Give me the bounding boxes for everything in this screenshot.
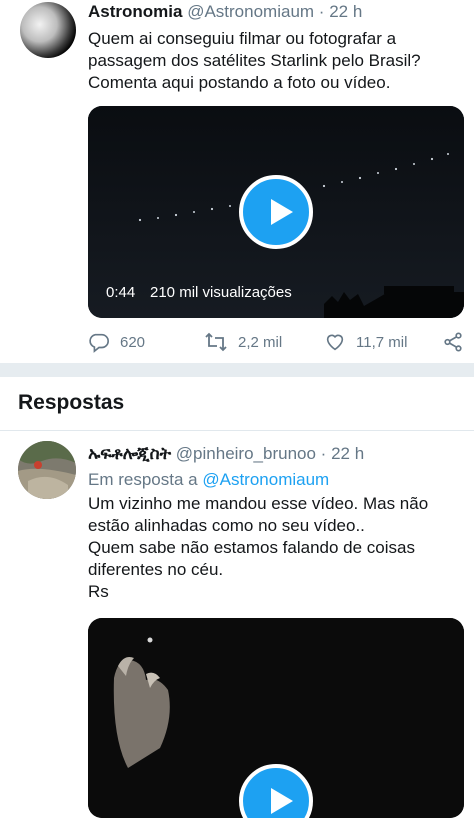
tweet-text-line: Quem sabe não estamos falando de coisas [88,538,415,557]
dot-separator: · [320,444,327,463]
author-handle[interactable]: @pinheiro_brunoo [176,444,316,463]
video-views: 210 mil visualizações [150,284,292,301]
dot-separator: · [318,2,325,21]
author-name[interactable]: ኡፍቶሎጂስት [88,444,171,463]
tweet-text-line: passagem dos satélites Starlink pelo Bra… [88,51,421,70]
like-count: 11,7 mil [356,333,408,351]
avatar[interactable] [20,2,76,58]
reply-count: 620 [120,333,146,351]
timestamp[interactable]: 22 h [329,2,362,21]
play-button[interactable] [239,175,313,249]
tweet-header: ኡፍቶሎጂስት @pinheiro_brunoo · 22 h [88,444,364,464]
retweet-count: 2,2 mil [238,333,283,351]
tweet-text-line: diferentes no céu. [88,560,224,579]
retweet-icon [205,332,227,352]
tweet-header: Astronomia @Astronomiaum · 22 h [88,2,362,22]
share-button[interactable] [442,328,464,356]
main-tweet[interactable]: Astronomia @Astronomiaum · 22 h Quem ai … [0,0,474,363]
reply-tweet[interactable]: ኡፍቶሎጂስት @pinheiro_brunoo · 22 h Em respo… [0,431,474,818]
reply-button[interactable]: 620 [88,328,145,356]
video-player[interactable]: 0:44 210 mil visualizações [88,106,464,318]
tweet-text-line: estão alinhadas como no seu vídeo.. [88,516,365,535]
like-button[interactable]: 11,7 mil [324,328,407,356]
replies-heading: Respostas [18,391,125,414]
video-duration: 0:44 [106,284,136,301]
author-name[interactable]: Astronomia [88,2,182,21]
tweet-actions: 620 2,2 mil 11,7 mil [88,328,468,356]
in-reply-to: Em resposta a @Astronomiaum [88,470,329,490]
share-icon [444,332,462,352]
tweet-text-line: Comenta aqui postando a foto ou vídeo. [88,73,391,92]
tweet-text-line: Rs [88,582,109,601]
in-reply-prefix: Em resposta a [88,470,198,489]
tweet-text: Quem ai conseguiu filmar ou fotografar a… [88,28,468,94]
avatar[interactable] [18,441,76,499]
heart-icon [326,334,344,351]
reply-icon [89,333,109,353]
retweet-button[interactable]: 2,2 mil [204,328,282,356]
timestamp[interactable]: 22 h [331,444,364,463]
tweet-text: Um vizinho me mandou esse vídeo. Mas não… [88,493,468,603]
author-handle[interactable]: @Astronomiaum [187,2,314,21]
in-reply-handle-link[interactable]: @Astronomiaum [202,470,329,489]
avatar-photo [18,441,76,499]
video-player[interactable] [88,618,464,818]
tweet-text-line: Quem ai conseguiu filmar ou fotografar a [88,29,397,48]
section-separator [0,363,474,377]
tweet-text-line: Um vizinho me mandou esse vídeo. Mas não [88,494,429,513]
